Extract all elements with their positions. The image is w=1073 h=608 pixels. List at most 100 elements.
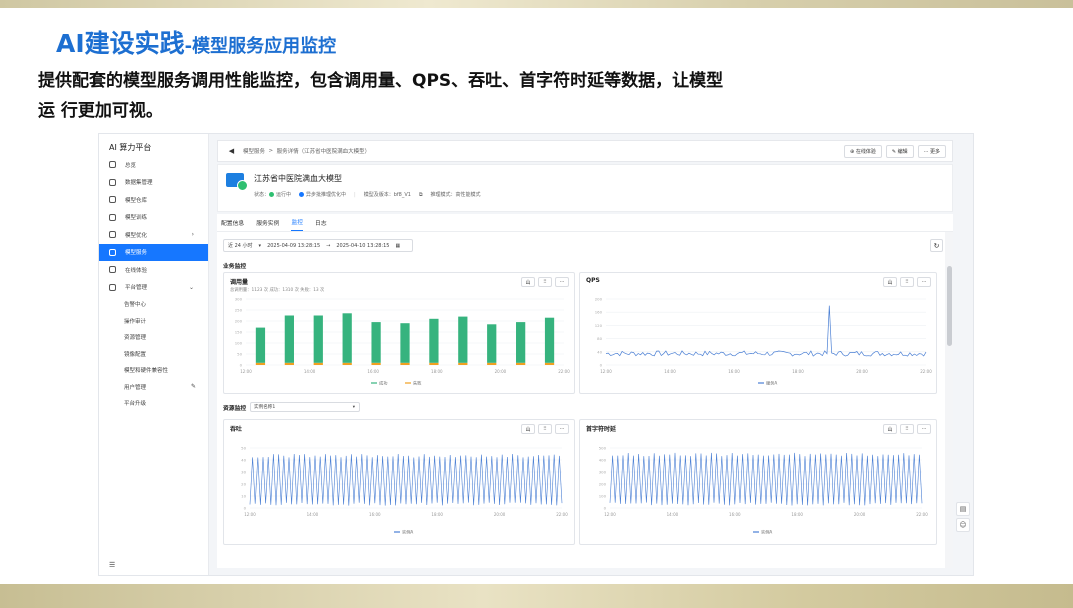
y-tick-label: 300 [235, 297, 243, 302]
x-tick-label: 22:00 [920, 369, 932, 374]
experience-icon: ⊕ [850, 148, 855, 155]
qps-chart: 0 40 80 120 160 200 12:00 14:00 16:00 18:00 20:00 2… [595, 297, 932, 387]
sidebar-subitem-label: 操作审计 [124, 318, 147, 325]
instance-select[interactable]: 实例名称1 ▾ [250, 402, 360, 412]
tab-bar: 配置信息 服务实例 监控 日志 [217, 214, 953, 232]
x-tick-label: 20:00 [495, 369, 507, 374]
y-tick-label: 0 [240, 363, 243, 368]
bar-success [255, 327, 266, 363]
service-icon [109, 248, 116, 256]
support-icon[interactable]: ☺ [956, 518, 970, 532]
sidebar-item-5[interactable]: 模型服务 [99, 243, 208, 261]
sidebar-item-0[interactable]: 总览 [99, 156, 208, 174]
chevron-down-icon: ▾ [352, 404, 355, 410]
calendar-icon[interactable]: ▦ [395, 243, 400, 249]
sidebar-item-label: 模型仓库 [125, 197, 148, 204]
x-tick-label: 16:00 [369, 512, 381, 517]
sidebar-subitem-label: 模型和硬件兼容性 [124, 368, 169, 375]
main-panel: ◀ 模型服务 > 服务详情（江苏省中医院满血大模型） ⊕ 在线体验 ✎ 编辑 ·… [217, 140, 953, 568]
x-tick-label: 14:00 [667, 512, 679, 517]
slide-title-main: AI建设实践 [56, 29, 185, 58]
description-line-2: 运 行更加可视。 [38, 101, 163, 121]
x-tick-label: 18:00 [791, 512, 803, 517]
sidebar-subitem-6[interactable]: 平台升级 [99, 395, 208, 412]
edit-button[interactable]: ✎ 编辑 [885, 145, 914, 158]
optimize-dot-icon [299, 192, 305, 197]
back-arrow-icon[interactable]: ◀ [226, 146, 237, 157]
x-tick-label: 12:00 [600, 369, 612, 374]
series-line [605, 305, 927, 357]
bar-success [458, 316, 468, 363]
breadcrumb: ◀ 模型服务 > 服务详情（江苏省中医院满血大模型） ⊕ 在线体验 ✎ 编辑 ·… [217, 140, 953, 162]
y-tick-label: 300 [599, 470, 607, 475]
y-tick-label: 30 [241, 470, 246, 475]
legend-label: 实例A [402, 529, 413, 536]
sidebar-item-1[interactable]: 数据集管理 [99, 174, 208, 192]
sidebar-item-7[interactable]: 平台管理 ⌄ [99, 279, 208, 297]
y-tick-label: 20 [241, 482, 246, 487]
bar-success [516, 322, 526, 363]
range-select[interactable]: 近 24 小时 [228, 242, 253, 249]
range-start[interactable]: 2025-04-09 13:28:15 [267, 243, 320, 249]
x-tick-label: 20:00 [856, 369, 868, 374]
sidebar-subitem-3[interactable]: 镜像配置 [99, 346, 208, 363]
sidebar-item-3[interactable]: 模型训练 [99, 209, 208, 227]
sidebar-item-4[interactable]: 模型优化 › [99, 226, 208, 244]
y-tick-label: 40 [597, 349, 602, 354]
y-tick-label: 200 [599, 482, 607, 487]
ttft-chart: 0 100 200 300 400 500 12:00 14:00 16:00 18:00 20:0… [599, 446, 928, 536]
sidebar-subitem-0[interactable]: 告警中心 [99, 296, 208, 313]
x-tick-label: 18:00 [792, 369, 804, 374]
sidebar-item-label: 平台管理 [125, 285, 148, 292]
x-tick-label: 14:00 [304, 369, 316, 374]
slide-title: AI建设实践-模型服务应用监控 [56, 24, 336, 60]
bar-success [400, 323, 410, 363]
brand-title: AI 算力平台 [109, 143, 152, 152]
refresh-icon[interactable]: ↻ [930, 239, 943, 252]
time-range-filter[interactable]: 近 24 小时 ▾ 2025-04-09 13:28:15 → 2025-04-1… [223, 239, 413, 252]
y-tick-label: 40 [241, 458, 246, 463]
sidebar-subitem-2[interactable]: 资源管理 [99, 329, 208, 346]
x-tick-label: 14:00 [664, 369, 676, 374]
scrollbar-thumb[interactable] [947, 266, 952, 346]
legend-label: 成功 [379, 380, 387, 387]
y-tick-label: 100 [599, 494, 607, 499]
online-experience-button[interactable]: ⊕ 在线体验 [844, 145, 882, 158]
tab-logs[interactable]: 日志 [315, 218, 327, 231]
sidebar-subitem-1[interactable]: 操作审计 [99, 313, 208, 330]
more-button[interactable]: ··· 更多 [917, 145, 946, 158]
breadcrumb-item[interactable]: 模型服务 [243, 147, 265, 155]
tab-config[interactable]: 配置信息 [221, 218, 244, 231]
tab-instances[interactable]: 服务实例 [256, 218, 279, 231]
slide-title-sub: -模型服务应用监控 [184, 36, 337, 57]
breadcrumb-current: 服务详情（江苏省中医院满血大模型） [276, 149, 371, 155]
copy-icon[interactable]: ⧉ [419, 192, 423, 198]
y-tick-label: 0 [600, 363, 603, 368]
sidebar-subitem-5[interactable]: 用户管理 ✎ [99, 379, 208, 396]
collapse-menu-icon[interactable]: ☰ [109, 561, 115, 569]
bar-fail [487, 362, 497, 365]
service-meta: 状态： 运行中 异步批推理优化中 | 模型及版本：bf8_V1 ⧉ 推理模式：高性… [254, 191, 481, 199]
sidebar-subitem-label: 告警中心 [124, 302, 147, 309]
instance-select-value: 实例名称1 [254, 405, 276, 410]
model-version: 模型及版本：bf8_V1 [363, 192, 411, 198]
sidebar-subitem-4[interactable]: 模型和硬件兼容性 [99, 362, 208, 379]
status-label: 状态： [254, 192, 270, 198]
y-tick-label: 50 [237, 352, 242, 357]
sidebar-item-2[interactable]: 模型仓库 [99, 191, 208, 209]
y-tick-label: 500 [599, 446, 607, 451]
range-end[interactable]: 2025-04-10 13:28:15 [336, 243, 389, 249]
pin-icon[interactable]: ✎ [191, 383, 196, 390]
y-tick-label: 200 [235, 319, 243, 324]
tab-monitor[interactable]: 监控 [291, 217, 304, 231]
chevron-right-icon: › [191, 231, 194, 239]
y-tick-label: 50 [241, 446, 246, 451]
x-tick-label: 20:00 [494, 512, 506, 517]
bar-success [429, 318, 439, 363]
sidebar-item-6[interactable]: 在线体验 [99, 261, 208, 279]
sidebar-subitem-label: 资源管理 [124, 335, 147, 342]
document-icon[interactable]: ▤ [956, 502, 970, 516]
calls-chart: 0 50 100 150 200 250 300 12:00 14:00 16:00 18:00 20… [235, 297, 570, 387]
scrollbar[interactable] [945, 232, 953, 568]
experience-icon [109, 266, 116, 274]
